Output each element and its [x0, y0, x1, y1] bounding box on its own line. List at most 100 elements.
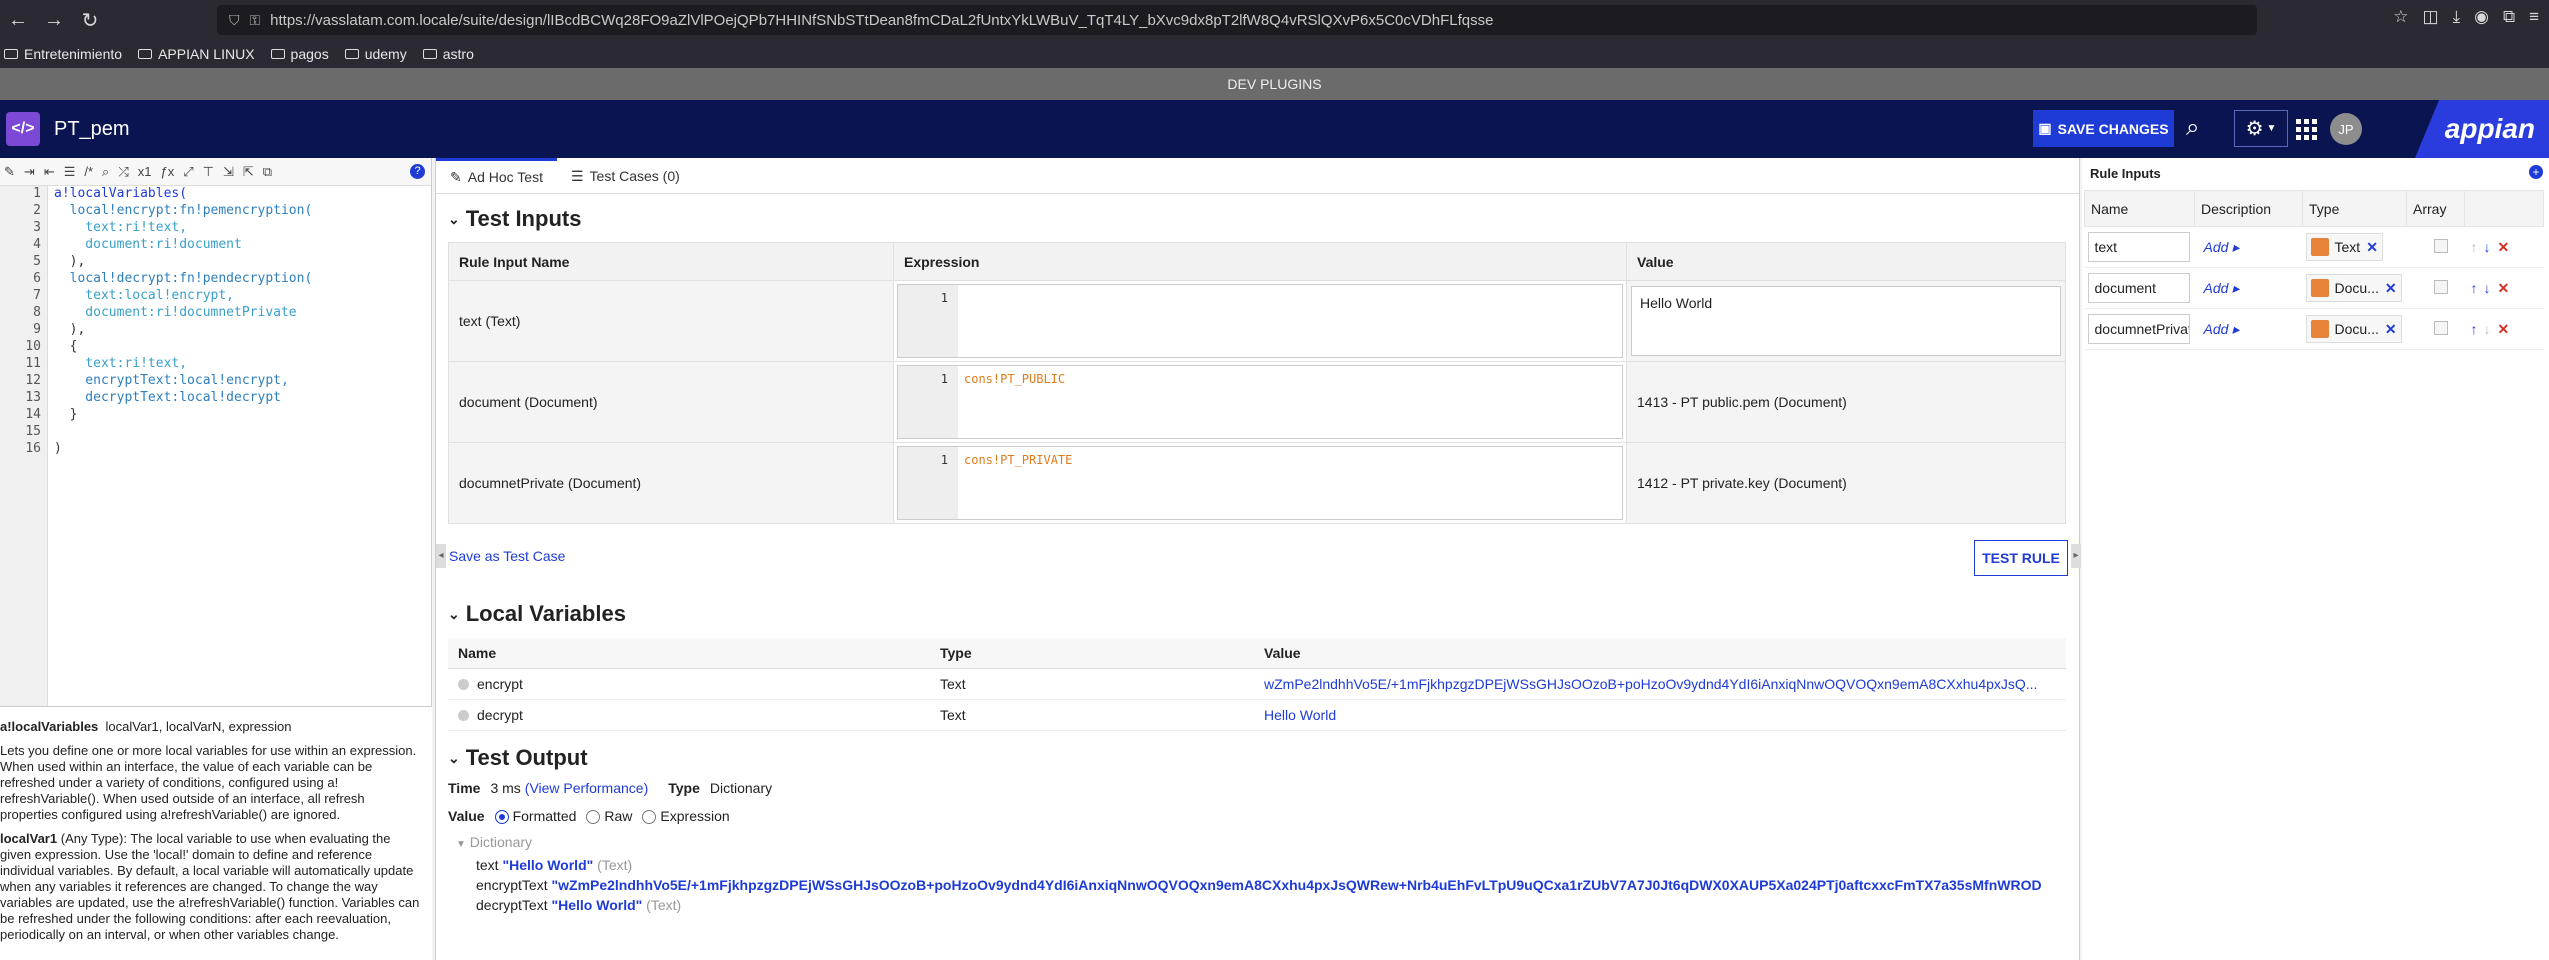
table-row: text Add ▸ Text ✕ ↑ ↓ ✕: [2084, 226, 2544, 268]
bookmark-item[interactable]: APPIAN LINUX: [138, 46, 255, 62]
chevron-down-icon: ⌄: [448, 210, 460, 227]
test-output-header[interactable]: ⌄ Test Output: [448, 745, 588, 771]
indent-icon[interactable]: ⇥: [24, 164, 35, 180]
delete-icon[interactable]: ✕: [2498, 280, 2510, 296]
apps-grid-icon[interactable]: [2290, 113, 2320, 143]
delete-icon[interactable]: ✕: [2498, 321, 2510, 337]
local-variables-header[interactable]: ⌄ Local Variables: [448, 601, 626, 627]
column-header: Name: [448, 638, 930, 669]
bookmark-item[interactable]: Entretenimiento: [4, 46, 122, 62]
close-icon[interactable]: ✕: [2366, 239, 2378, 256]
variable-value[interactable]: wZmPe2lndhhVo5E/+1mFjkhpzgzDPEjWSsGHJsOO…: [1264, 676, 2054, 692]
test-tabs: ✎ Ad Hoc Test ☰ Test Cases (0): [436, 158, 2079, 194]
variable-icon[interactable]: x1: [138, 164, 152, 179]
format-icon[interactable]: ✎: [4, 164, 15, 180]
comment-icon[interactable]: /*: [84, 164, 93, 179]
save-changes-button[interactable]: ▣ SAVE CHANGES: [2033, 110, 2174, 147]
tree-icon[interactable]: ⊤: [203, 164, 214, 180]
radio-formatted[interactable]: Formatted: [494, 808, 576, 825]
find-icon[interactable]: ⌕: [102, 164, 109, 180]
expression-editor[interactable]: ✎ ⇥ ⇤ ☰ /* ⌕ ⤮ x1 ƒx ⤢ ⊤ ⇲ ⇱ ⧉ ? 1 2 3 4…: [0, 158, 432, 706]
delete-icon[interactable]: ✕: [2498, 239, 2510, 255]
tab-test-cases[interactable]: ☰ Test Cases (0): [557, 158, 694, 193]
collapse-left-icon[interactable]: ◂: [436, 544, 446, 568]
shuffle-icon[interactable]: ⤮: [118, 164, 128, 180]
rule-title: PT_pem: [54, 117, 130, 140]
array-checkbox[interactable]: [2433, 279, 2448, 294]
type-chip[interactable]: Docu... ✕: [2305, 274, 2402, 302]
table-row[interactable]: encrypt Text wZmPe2lndhhVo5E/+1mFjkhpzgz…: [448, 668, 2066, 700]
expression-editor-input[interactable]: 1 cons!PT_PUBLIC: [897, 365, 1623, 439]
column-header: Type: [2302, 190, 2407, 227]
rule-input-name-field[interactable]: text: [2087, 232, 2190, 262]
table-row[interactable]: decrypt Text Hello World: [448, 699, 2066, 731]
line-number: 10: [25, 339, 41, 354]
code-area[interactable]: a!localVariables( local!encrypt:fn!pemen…: [54, 186, 431, 458]
function-icon[interactable]: ƒx: [160, 164, 174, 179]
view-performance-link[interactable]: (View Performance): [525, 780, 648, 796]
expression-editor-input[interactable]: 1: [897, 284, 1623, 358]
rule-input-name-field[interactable]: documnetPrivate: [2087, 314, 2190, 344]
dictionary-toggle[interactable]: ▼ Dictionary: [456, 832, 2066, 855]
array-checkbox[interactable]: [2433, 320, 2448, 335]
variable-value[interactable]: Hello World: [1264, 707, 2054, 723]
add-description-link[interactable]: Add ▸: [2198, 239, 2240, 255]
test-inputs-header[interactable]: ⌄ Test Inputs: [448, 206, 581, 232]
search-icon[interactable]: ⌕: [2186, 114, 2199, 142]
column-header: Expression: [893, 242, 1627, 281]
value-field[interactable]: Hello World: [1631, 286, 2061, 356]
outdent-icon[interactable]: ⇤: [44, 164, 55, 180]
radio-raw[interactable]: Raw: [586, 808, 632, 825]
tab-ad-hoc-test[interactable]: ✎ Ad Hoc Test: [436, 158, 557, 193]
expression-editor-input[interactable]: 1 cons!PT_PRIVATE: [897, 446, 1623, 520]
reload-icon[interactable]: ↻: [72, 8, 108, 33]
code-line: decryptText:local!decrypt: [54, 390, 281, 405]
menu-icon[interactable]: ≡: [2529, 7, 2539, 27]
export-icon[interactable]: ⇲: [223, 164, 234, 180]
url-bar[interactable]: ⛉ ⚿ https://vasslatam.com.locale/suite/d…: [217, 5, 2257, 35]
move-down-icon: ↓: [2483, 320, 2491, 337]
avatar[interactable]: JP: [2330, 113, 2362, 145]
expand-icon[interactable]: ⤢: [183, 164, 193, 180]
move-down-icon[interactable]: ↓: [2484, 239, 2491, 255]
close-icon[interactable]: ✕: [2385, 321, 2397, 338]
move-up-icon[interactable]: ↑: [2471, 321, 2478, 337]
move-up-icon[interactable]: ↑: [2471, 280, 2478, 296]
column-header: Array: [2406, 190, 2465, 227]
type-chip[interactable]: Text ✕: [2305, 233, 2383, 261]
url-text: https://vasslatam.com.locale/suite/desig…: [270, 11, 1494, 29]
rule-input-name-field[interactable]: document: [2087, 273, 2190, 303]
radio-expression[interactable]: Expression: [642, 808, 730, 825]
help-icon[interactable]: ?: [410, 164, 425, 179]
star-icon[interactable]: ☆: [2393, 7, 2408, 27]
dev-plugins-bar: DEV PLUGINS: [0, 68, 2549, 100]
import-icon[interactable]: ⇱: [243, 164, 254, 180]
download-icon[interactable]: ⤓: [2453, 7, 2461, 27]
test-rule-button[interactable]: TEST RULE: [1974, 540, 2068, 576]
back-icon[interactable]: ←: [0, 9, 36, 32]
collapse-right-icon[interactable]: ▸: [2071, 544, 2081, 568]
type-chip[interactable]: Docu... ✕: [2305, 315, 2402, 343]
code-line: local!encrypt:fn!pemencryption(: [54, 203, 313, 218]
settings-menu-button[interactable]: ⚙ ▼: [2234, 110, 2288, 147]
code-line: ): [54, 441, 62, 456]
bookmark-item[interactable]: pagos: [270, 46, 329, 62]
array-checkbox[interactable]: [2433, 238, 2448, 253]
copy-icon[interactable]: ⧉: [263, 164, 272, 180]
close-icon[interactable]: ✕: [2385, 280, 2397, 297]
account-icon[interactable]: ◉: [2474, 7, 2489, 27]
forward-icon[interactable]: →: [36, 9, 72, 32]
local-variables-table: Name Type Value encrypt Text wZmPe2lndhh…: [448, 638, 2066, 731]
move-down-icon[interactable]: ↓: [2484, 280, 2491, 296]
chevron-down-icon: ▼: [456, 839, 466, 850]
doc-param-name: localVar1: [0, 831, 58, 846]
bookmark-item[interactable]: astro: [422, 46, 474, 62]
add-description-link[interactable]: Add ▸: [2198, 321, 2240, 337]
pocket-icon[interactable]: ◫: [2423, 7, 2439, 27]
list-icon[interactable]: ☰: [64, 164, 76, 180]
bookmark-item[interactable]: udemy: [344, 46, 407, 62]
save-as-test-case-link[interactable]: Save as Test Case: [449, 548, 565, 564]
extensions-icon[interactable]: ⧉: [2503, 7, 2515, 27]
add-rule-input-icon[interactable]: +: [2529, 165, 2543, 179]
add-description-link[interactable]: Add ▸: [2198, 280, 2240, 296]
